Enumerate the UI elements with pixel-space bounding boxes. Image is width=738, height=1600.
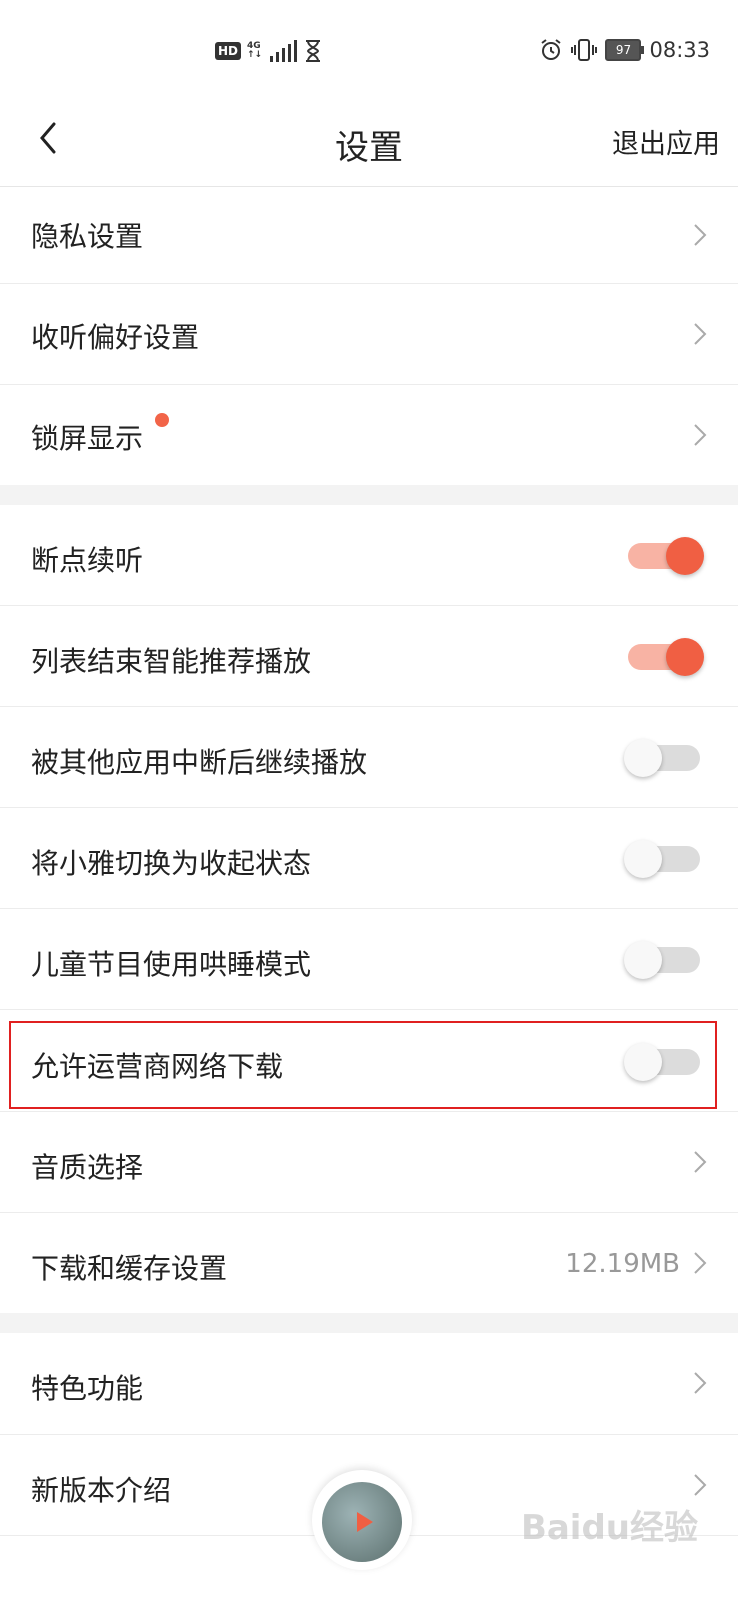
toggle-knob [624,739,662,777]
row-label: 音质选择 [31,1151,144,1184]
row-listening-preferences[interactable]: 收听偏好设置 [0,284,738,385]
row-label: 隐私设置 [31,220,144,253]
row-privacy-settings[interactable]: 隐私设置 [0,187,738,284]
kids-sleep-mode-toggle[interactable] [624,941,700,979]
play-icon [357,1512,373,1532]
row-label: 儿童节目使用哄睡模式 [31,948,312,981]
status-bar: HD 4G ↑↓ 97 08:33 [0,0,738,100]
row-label: 新版本介绍 [31,1474,172,1507]
highlight-box [9,1021,717,1109]
row-label: 特色功能 [31,1372,144,1405]
row-label: 收听偏好设置 [31,321,200,354]
continue-after-interrupt-toggle[interactable] [624,739,700,777]
alarm-icon [541,39,562,60]
nav-bar: 设置 退出应用 [0,100,738,187]
hd-badge: HD [215,42,242,60]
row-label: 列表结束智能推荐播放 [31,645,312,678]
new-badge-dot [155,413,169,427]
chevron-right-icon [694,1151,707,1173]
chevron-right-icon [694,1252,707,1274]
row-label: 被其他应用中断后继续播放 [31,746,368,779]
toggle-knob [624,840,662,878]
watermark: Baidu经验 [520,1508,698,1548]
battery-icon: 97 [605,39,645,61]
row-collapse-xiaoya: 将小雅切换为收起状态 [0,808,738,909]
toggle-knob [666,537,704,575]
status-right: 97 08:33 [539,38,710,62]
collapse-xiaoya-toggle[interactable] [624,840,700,878]
row-resume-playback: 断点续听 [0,505,738,606]
row-label: 锁屏显示 [31,422,144,455]
mini-player-button[interactable] [312,1470,412,1570]
status-left: HD 4G ↑↓ [215,40,322,62]
row-lockscreen-display[interactable]: 锁屏显示 [0,385,738,485]
chevron-right-icon [694,1474,707,1496]
row-audio-quality[interactable]: 音质选择 [0,1112,738,1213]
row-label: 将小雅切换为收起状态 [31,847,312,880]
chevron-right-icon [694,1372,707,1394]
row-smart-recommend: 列表结束智能推荐播放 [0,606,738,707]
section-divider [0,485,738,505]
network-type: 4G ↑↓ [247,41,263,60]
hourglass-icon [306,40,321,62]
chevron-right-icon [694,224,707,246]
row-label: 下载和缓存设置 [31,1252,228,1285]
clock: 08:33 [649,38,710,62]
row-kids-sleep-mode: 儿童节目使用哄睡模式 [0,909,738,1010]
toggle-knob [624,941,662,979]
exit-app-button[interactable]: 退出应用 [612,122,720,161]
section-divider [0,1313,738,1333]
row-label: 断点续听 [31,544,144,577]
signal-icon [270,40,298,62]
chevron-right-icon [694,323,707,345]
smart-recommend-toggle[interactable] [628,638,704,676]
chevron-right-icon [694,424,707,446]
vibrate-icon [571,39,598,61]
resume-playback-toggle[interactable] [628,537,704,575]
row-continue-after-interrupt: 被其他应用中断后继续播放 [0,707,738,808]
toggle-knob [666,638,704,676]
row-featured-functions[interactable]: 特色功能 [0,1333,738,1435]
row-download-cache[interactable]: 下载和缓存设置 12.19MB [0,1213,738,1313]
cache-size-value: 12.19MB [565,1249,680,1279]
